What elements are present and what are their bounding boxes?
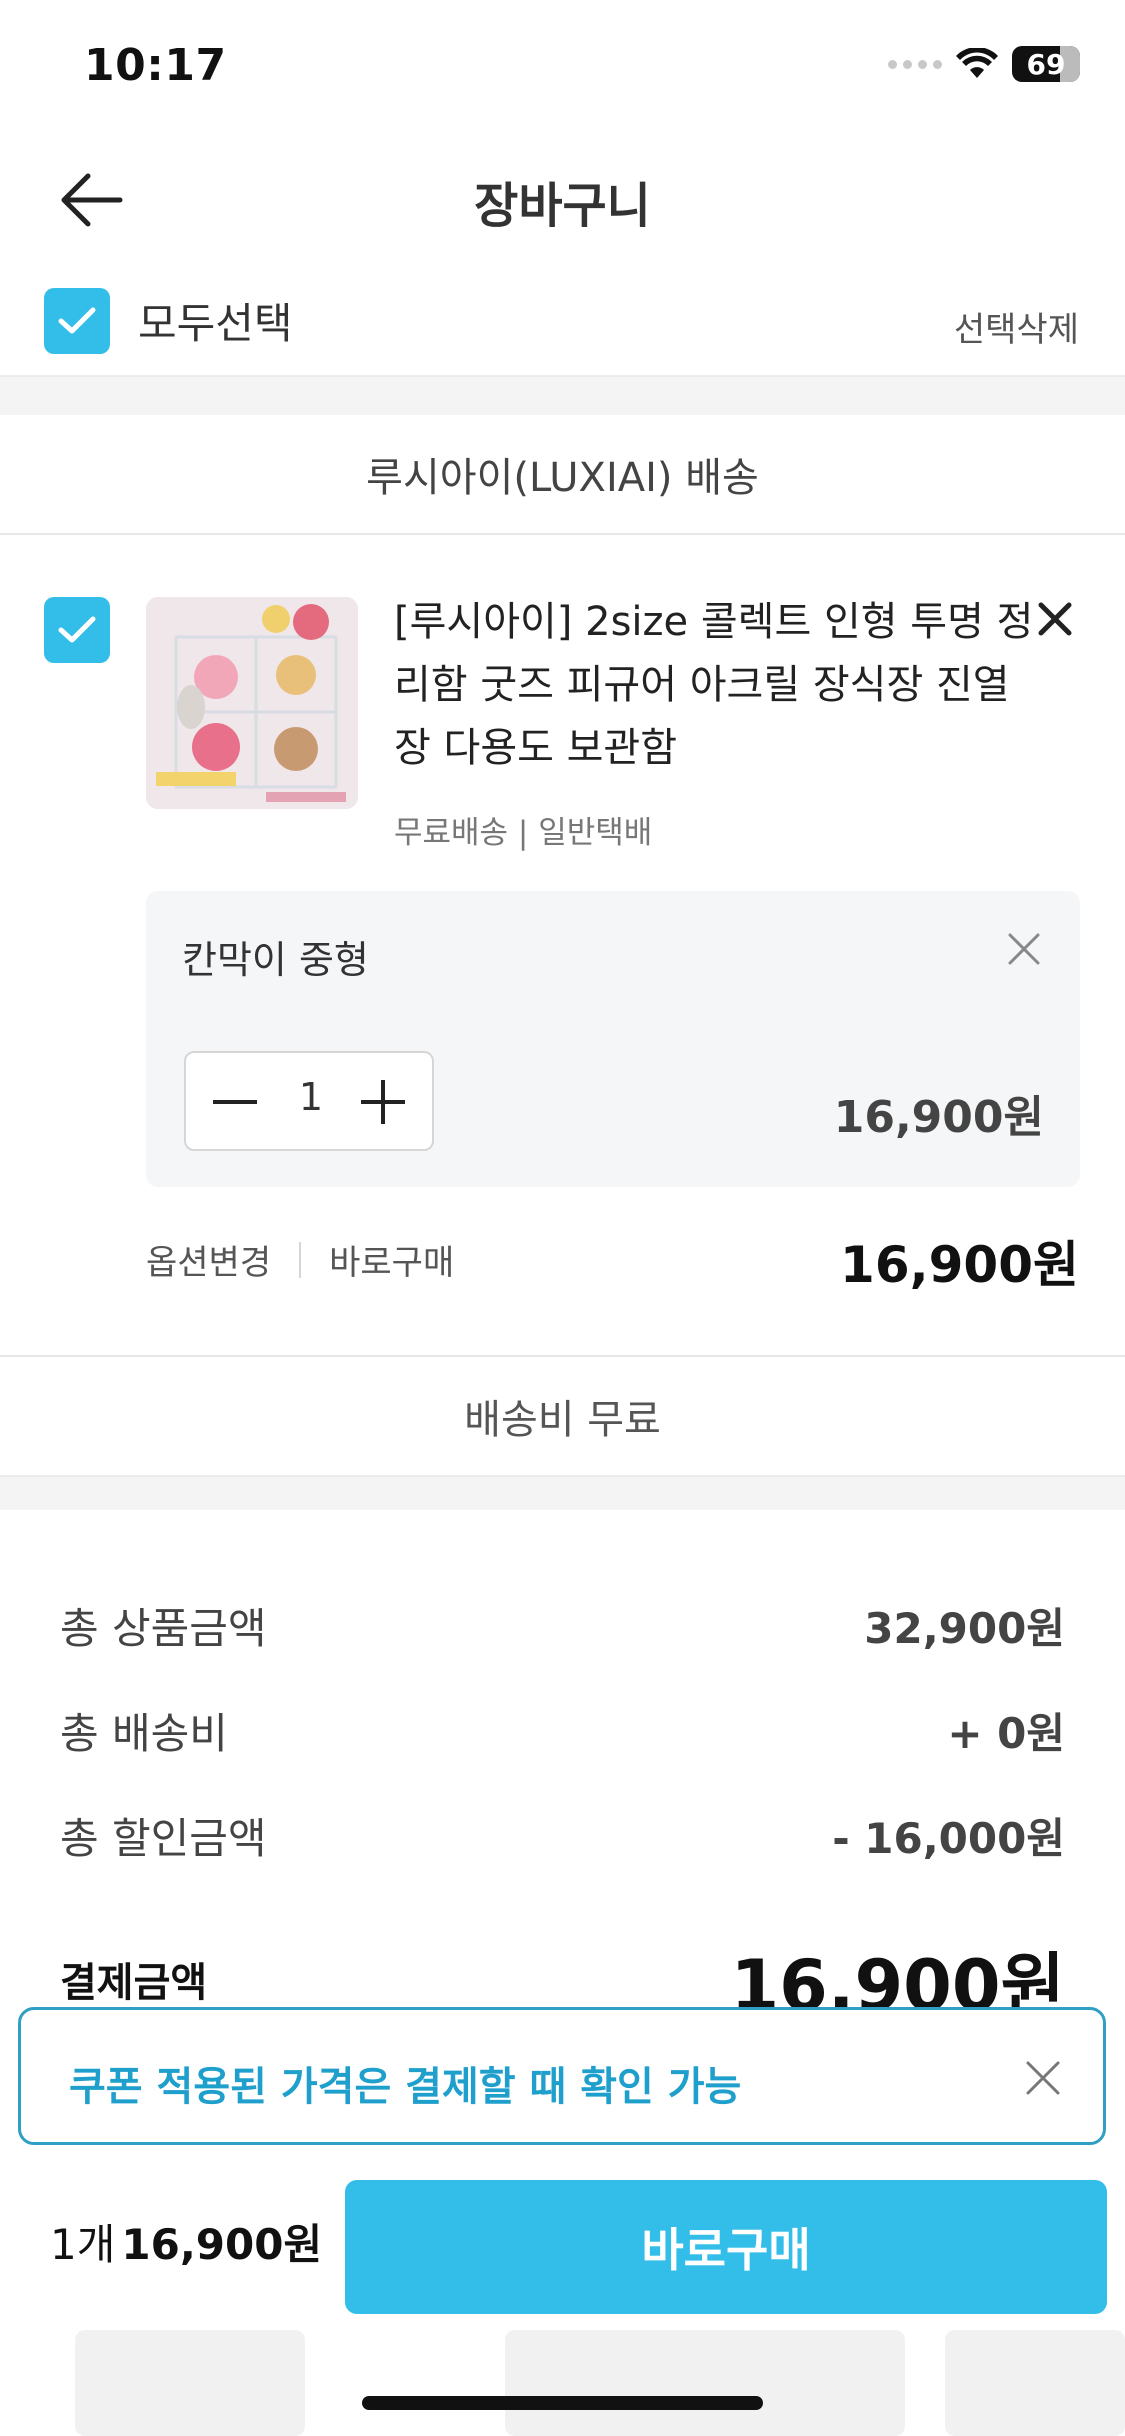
delete-selected-button[interactable]: 선택삭제 bbox=[954, 302, 1079, 351]
item-buy-now-button[interactable]: 바로구매 bbox=[329, 1235, 454, 1284]
coupon-toast-close-button[interactable] bbox=[1013, 2048, 1073, 2108]
option-price: 16,900원 bbox=[833, 1092, 1044, 1143]
seller-row: 루시아이(LUXIAI) 배송 bbox=[0, 415, 1125, 535]
select-all-label[interactable]: 모두선택 bbox=[138, 290, 293, 351]
cart-summary: 1개 16,900원 bbox=[50, 2211, 322, 2272]
change-option-button[interactable]: 옵션변경 bbox=[146, 1235, 271, 1284]
status-indicators: 69 bbox=[888, 46, 1080, 82]
close-icon bbox=[1038, 602, 1072, 636]
coupon-toast-text: 쿠폰 적용된 가격은 결제할 때 확인 가능 bbox=[69, 2064, 742, 2110]
shipping-fee-row: 배송비 무료 bbox=[0, 1355, 1125, 1475]
cellular-signal-icon bbox=[888, 59, 942, 69]
section-divider bbox=[0, 1475, 1125, 1510]
item-checkbox[interactable] bbox=[44, 597, 110, 663]
recommended-thumbnails bbox=[0, 2330, 1125, 2436]
page-header: 장바구니 bbox=[0, 130, 1125, 260]
product-image bbox=[146, 597, 358, 809]
section-divider bbox=[0, 375, 1125, 415]
checkmark-icon bbox=[58, 616, 96, 643]
summary-label: 총 배송비 bbox=[60, 1709, 228, 1758]
status-time: 10:17 bbox=[84, 40, 227, 91]
coupon-toast: 쿠폰 적용된 가격은 결제할 때 확인 가능 bbox=[18, 2007, 1106, 2145]
summary-row-discount: 총 할인금액 - 16,000원 bbox=[60, 1805, 1065, 1865]
cart-item: [루시아이] 2size 콜렉트 인형 투명 정리함 굿즈 피규어 아크릴 장식… bbox=[0, 535, 1125, 1355]
product-actions: 옵션변경 바로구매 bbox=[146, 1235, 454, 1284]
summary-label: 총 할인금액 bbox=[60, 1814, 267, 1863]
shipping-info: 무료배송 | 일반택배 bbox=[394, 815, 653, 851]
summary-row-shipping: 총 배송비 + 0원 bbox=[60, 1700, 1065, 1760]
buy-now-button[interactable]: 바로구매 bbox=[345, 2180, 1107, 2314]
page-title: 장바구니 bbox=[474, 178, 651, 234]
status-bar: 10:17 69 bbox=[0, 0, 1125, 130]
quantity-stepper: 1 bbox=[184, 1051, 434, 1151]
product-title[interactable]: [루시아이] 2size 콜렉트 인형 투명 정리함 굿즈 피규어 아크릴 장식… bbox=[394, 591, 1034, 780]
close-icon bbox=[1026, 2061, 1060, 2095]
remove-item-button[interactable] bbox=[1025, 589, 1085, 649]
increase-quantity-button[interactable] bbox=[348, 1067, 418, 1137]
payment-amount-label: 결제금액 bbox=[60, 1960, 208, 2006]
battery-icon: 69 bbox=[1012, 46, 1080, 82]
quantity-value[interactable]: 1 bbox=[276, 1075, 346, 1119]
select-all-checkbox[interactable] bbox=[44, 288, 110, 354]
option-box: 칸막이 중형 1 16,900원 bbox=[146, 891, 1080, 1187]
battery-level: 69 bbox=[1026, 47, 1066, 81]
summary-label: 총 상품금액 bbox=[60, 1604, 267, 1653]
home-indicator bbox=[362, 2396, 763, 2410]
action-separator bbox=[299, 1241, 302, 1278]
close-icon bbox=[1008, 933, 1040, 965]
summary-row-product-total: 총 상품금액 32,900원 bbox=[60, 1595, 1065, 1655]
wifi-icon bbox=[956, 48, 998, 78]
minus-icon bbox=[213, 1100, 257, 1104]
selected-amount: 16,900원 bbox=[121, 2220, 323, 2269]
checkmark-icon bbox=[58, 307, 96, 334]
item-total-price: 16,900원 bbox=[840, 1236, 1079, 1294]
summary-value: - 16,000원 bbox=[832, 1814, 1065, 1863]
selected-count: 1개 bbox=[50, 2220, 116, 2269]
bottom-bar: 1개 16,900원 바로구매 bbox=[0, 2145, 1125, 2436]
remove-option-button[interactable] bbox=[996, 921, 1052, 977]
product-thumbnail[interactable] bbox=[146, 597, 358, 809]
price-summary: 총 상품금액 32,900원 총 배송비 + 0원 총 할인금액 - 16,00… bbox=[0, 1510, 1125, 2027]
option-name: 칸막이 중형 bbox=[182, 938, 369, 982]
seller-name: 루시아이(LUXIAI) 배송 bbox=[366, 455, 759, 501]
plus-icon bbox=[361, 1080, 405, 1124]
decrease-quantity-button[interactable] bbox=[200, 1067, 270, 1137]
summary-value: + 0원 bbox=[947, 1709, 1065, 1758]
select-all-row: 모두선택 선택삭제 bbox=[0, 270, 1125, 375]
shipping-fee-text: 배송비 무료 bbox=[464, 1397, 661, 1443]
summary-value: 32,900원 bbox=[864, 1604, 1065, 1653]
